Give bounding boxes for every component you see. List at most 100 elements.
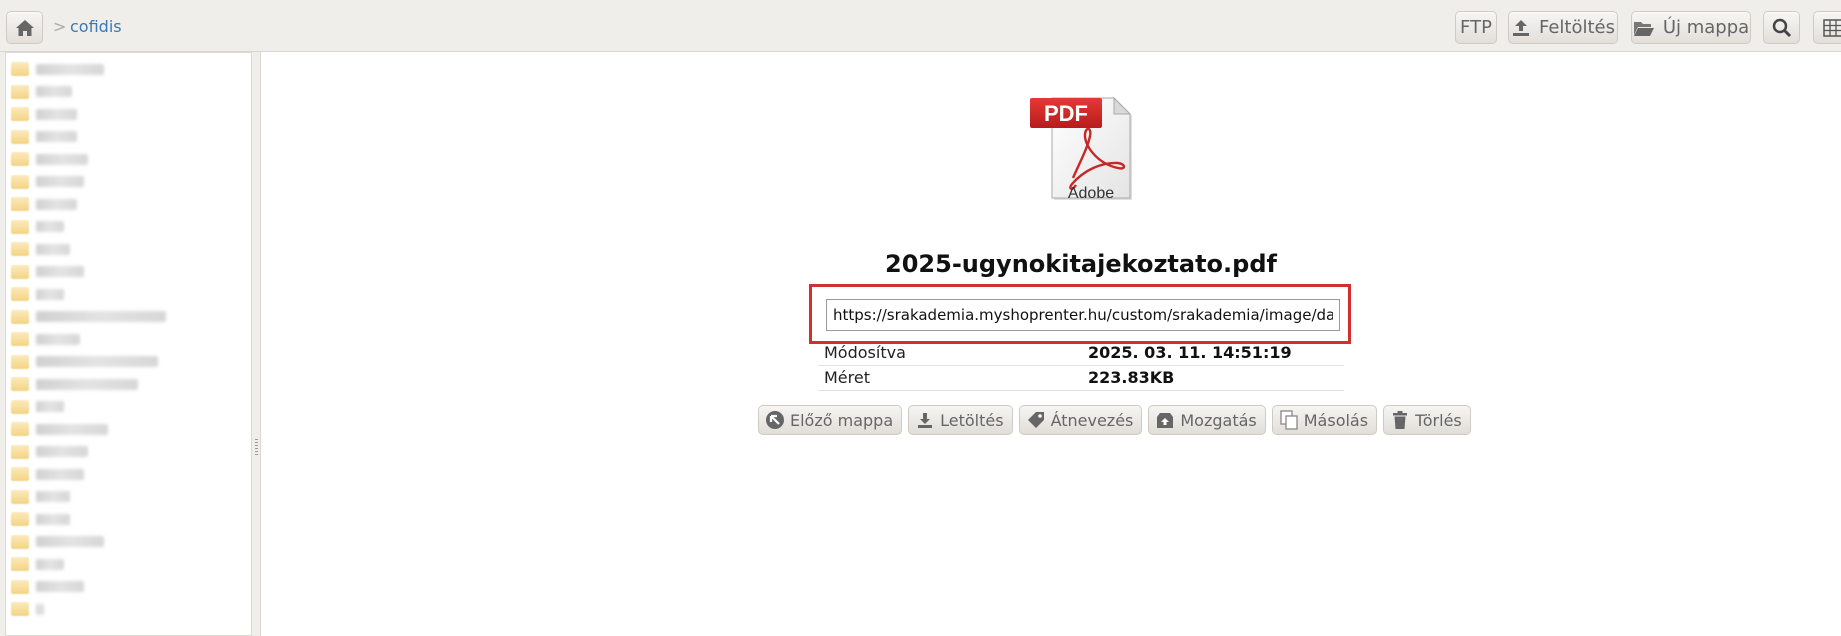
folder-icon bbox=[11, 602, 29, 616]
copy-button[interactable]: Másolás bbox=[1271, 405, 1378, 435]
tree-folder-item[interactable] bbox=[11, 600, 44, 618]
tag-icon bbox=[1026, 410, 1046, 430]
tree-folder-label-redacted bbox=[36, 131, 77, 142]
tree-folder-item[interactable] bbox=[11, 83, 72, 101]
tree-folder-item[interactable] bbox=[11, 510, 70, 528]
new-folder-button[interactable]: Új mappa bbox=[1631, 11, 1751, 44]
tree-folder-item[interactable] bbox=[11, 60, 104, 78]
tree-folder-item[interactable] bbox=[11, 443, 88, 461]
upload-icon bbox=[1512, 19, 1529, 36]
tree-folder-label-redacted bbox=[36, 221, 64, 232]
tree-folder-item[interactable] bbox=[11, 150, 88, 168]
move-button[interactable]: Mozgatás bbox=[1148, 405, 1266, 435]
delete-label: Törlés bbox=[1415, 410, 1462, 430]
move-box-icon bbox=[1155, 410, 1175, 430]
tree-folder-item[interactable] bbox=[11, 555, 64, 573]
upload-button[interactable]: Feltöltés bbox=[1508, 11, 1618, 44]
tree-folder-item[interactable] bbox=[11, 375, 138, 393]
folder-icon bbox=[11, 512, 29, 526]
meta-key-modified: Módosítva bbox=[818, 340, 1082, 366]
tree-folder-label-redacted bbox=[36, 536, 104, 547]
tree-folder-item[interactable] bbox=[11, 488, 70, 506]
file-meta-table: Módosítva 2025. 03. 11. 14:51:19 Méret 2… bbox=[818, 340, 1344, 391]
tree-folder-label-redacted bbox=[36, 153, 88, 165]
tree-folder-item[interactable] bbox=[11, 308, 166, 326]
tree-folder-label-redacted bbox=[36, 266, 84, 277]
tree-folder-item[interactable] bbox=[11, 263, 84, 281]
tree-folder-item[interactable] bbox=[11, 465, 84, 483]
new-folder-label: Új mappa bbox=[1662, 17, 1750, 38]
tree-folder-item[interactable] bbox=[11, 533, 104, 551]
breadcrumb-folder-link[interactable]: cofidis bbox=[70, 17, 122, 36]
tree-folder-item[interactable] bbox=[11, 195, 77, 213]
tree-folder-label-redacted bbox=[36, 603, 44, 615]
copy-label: Másolás bbox=[1303, 410, 1369, 430]
folder-icon bbox=[11, 579, 29, 594]
folder-icon bbox=[11, 287, 29, 301]
delete-button[interactable]: Törlés bbox=[1383, 405, 1471, 435]
tree-folder-item[interactable] bbox=[11, 173, 84, 191]
tree-folder-label-redacted bbox=[36, 176, 84, 187]
folder-icon bbox=[11, 84, 29, 99]
folder-icon bbox=[11, 377, 29, 391]
rename-button[interactable]: Átnevezés bbox=[1018, 405, 1143, 435]
tree-folder-label-redacted bbox=[36, 198, 77, 210]
folder-icon bbox=[11, 467, 29, 481]
tree-folder-label-redacted bbox=[36, 108, 77, 120]
pdf-file-icon: PDF Adobe bbox=[1030, 96, 1132, 202]
ftp-button[interactable]: FTP bbox=[1455, 11, 1497, 44]
search-button[interactable] bbox=[1763, 11, 1800, 44]
download-button[interactable]: Letöltés bbox=[908, 405, 1013, 435]
home-icon bbox=[15, 19, 34, 36]
folder-icon bbox=[11, 129, 29, 144]
tree-folder-label-redacted bbox=[36, 288, 64, 300]
tree-folder-label-redacted bbox=[36, 356, 158, 367]
folder-icon bbox=[11, 557, 29, 571]
folder-icon bbox=[11, 174, 29, 189]
trash-icon bbox=[1390, 410, 1410, 430]
tree-folder-item[interactable] bbox=[11, 240, 70, 258]
tree-folder-item[interactable] bbox=[11, 105, 77, 123]
tree-folder-item[interactable] bbox=[11, 128, 77, 146]
splitter-grip-icon[interactable] bbox=[255, 439, 258, 457]
tree-folder-label-redacted bbox=[36, 311, 166, 322]
tree-folder-label-redacted bbox=[36, 581, 84, 592]
rename-label: Átnevezés bbox=[1050, 410, 1134, 430]
grid-icon bbox=[1823, 18, 1841, 37]
tree-folder-label-redacted bbox=[36, 513, 70, 525]
tree-folder-label-redacted bbox=[36, 63, 104, 75]
download-label: Letöltés bbox=[940, 410, 1004, 430]
pdf-icon-label: PDF bbox=[1044, 101, 1088, 126]
folder-icon bbox=[11, 489, 29, 504]
tree-folder-item[interactable] bbox=[11, 330, 80, 348]
tree-folder-item[interactable] bbox=[11, 218, 64, 236]
folder-icon bbox=[11, 534, 29, 549]
tree-folder-label-redacted bbox=[36, 558, 64, 570]
tree-folder-item[interactable] bbox=[11, 285, 64, 303]
open-folder-icon bbox=[1633, 21, 1654, 36]
tree-folder-item[interactable] bbox=[11, 398, 64, 416]
meta-value-size: 223.83KB bbox=[1082, 365, 1344, 391]
folder-icon bbox=[11, 354, 29, 369]
meta-key-size: Méret bbox=[818, 365, 1082, 391]
meta-row-size: Méret 223.83KB bbox=[818, 365, 1344, 391]
tree-folder-item[interactable] bbox=[11, 420, 108, 438]
tree-folder-label-redacted bbox=[36, 446, 88, 457]
file-url-field[interactable] bbox=[826, 299, 1340, 331]
grid-view-button[interactable] bbox=[1813, 11, 1841, 44]
folder-icon bbox=[11, 309, 29, 324]
folder-icon bbox=[11, 197, 29, 211]
folder-icon bbox=[11, 242, 29, 256]
search-icon bbox=[1772, 18, 1791, 37]
tree-folder-item[interactable] bbox=[11, 578, 84, 596]
back-arrow-icon bbox=[765, 410, 785, 430]
folder-icon bbox=[11, 152, 29, 166]
tree-folder-item[interactable] bbox=[11, 353, 158, 371]
folder-icon bbox=[11, 264, 29, 279]
folder-icon bbox=[11, 399, 29, 414]
folder-icon bbox=[11, 444, 29, 459]
previous-folder-button[interactable]: Előző mappa bbox=[758, 405, 903, 435]
home-button[interactable] bbox=[6, 11, 43, 44]
panel-splitter[interactable] bbox=[253, 52, 260, 636]
top-toolbar: > cofidis FTP Feltöltés Új mappa bbox=[0, 0, 1841, 52]
